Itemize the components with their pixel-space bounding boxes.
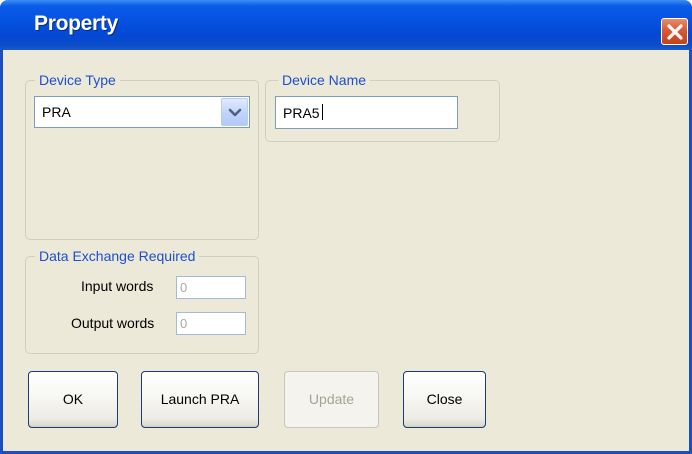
device-type-selected-value: PRA: [42, 104, 71, 120]
device-name-input[interactable]: PRA5: [275, 96, 458, 129]
device-type-dropdown-button[interactable]: [221, 98, 248, 126]
output-words-value: 0: [180, 316, 188, 331]
update-button[interactable]: Update: [284, 371, 379, 428]
text-caret: [322, 104, 323, 120]
window-title: Property: [34, 12, 118, 35]
ok-button[interactable]: OK: [28, 371, 118, 428]
device-name-value: PRA5: [283, 105, 320, 121]
input-words-label: Input words: [81, 278, 154, 294]
input-words-value: 0: [180, 280, 188, 295]
device-name-legend: Device Name: [278, 72, 371, 88]
device-type-legend: Device Type: [35, 72, 120, 88]
device-type-group: Device Type PRA: [25, 72, 259, 240]
title-bar[interactable]: Property: [0, 0, 692, 50]
close-window-button[interactable]: [661, 18, 688, 45]
device-type-select[interactable]: PRA: [34, 96, 250, 128]
close-button[interactable]: Close: [403, 371, 486, 428]
data-exchange-group: Data Exchange Required Input words 0 Out…: [25, 248, 259, 354]
data-exchange-legend: Data Exchange Required: [35, 248, 200, 264]
output-words-label: Output words: [71, 315, 155, 331]
close-icon: [667, 24, 683, 40]
device-name-group: Device Name PRA5: [265, 72, 500, 142]
output-words-field[interactable]: 0: [176, 312, 246, 335]
input-words-field[interactable]: 0: [176, 276, 246, 299]
property-dialog: Property Device Type PRA Device Name PRA…: [0, 0, 692, 454]
launch-pra-button[interactable]: Launch PRA: [141, 371, 259, 428]
chevron-down-icon: [228, 108, 242, 117]
